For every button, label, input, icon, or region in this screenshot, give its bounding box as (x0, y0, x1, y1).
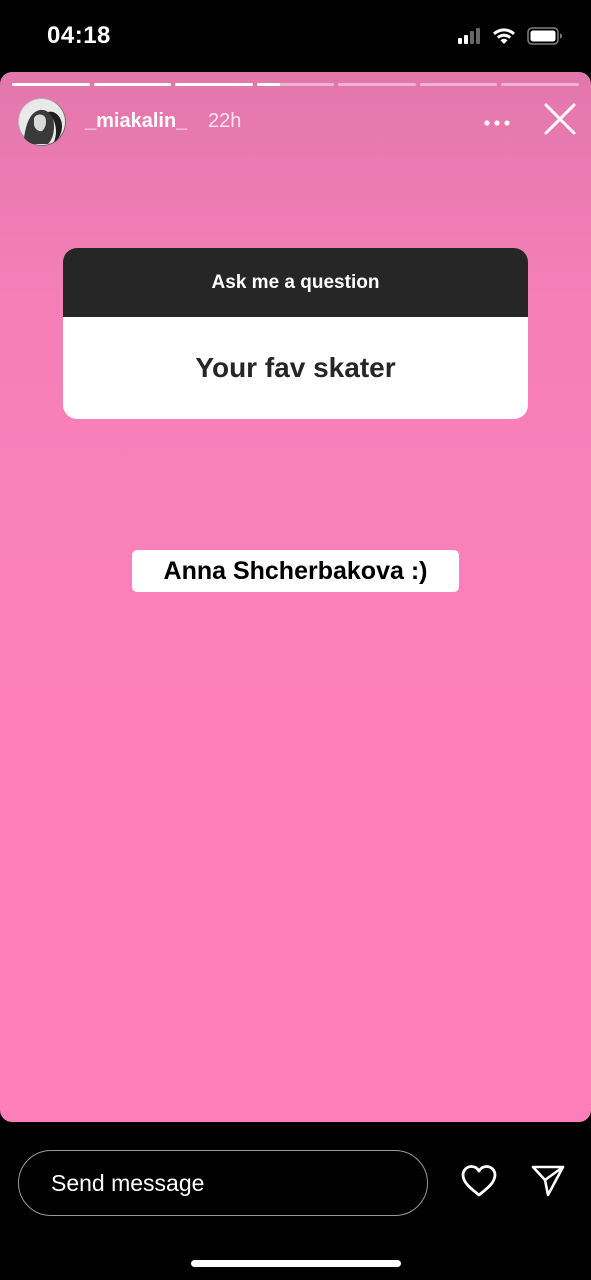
close-button[interactable] (543, 102, 577, 140)
status-bar: 04:18 (0, 0, 591, 72)
send-button[interactable] (527, 1162, 569, 1204)
like-button[interactable] (458, 1162, 500, 1204)
signal-icon (457, 27, 481, 50)
story-card[interactable]: _miakalin_ 22h Ask me a question Your fa… (0, 72, 591, 1122)
wifi-icon (491, 26, 517, 51)
more-icon (484, 113, 510, 131)
close-icon (544, 103, 576, 140)
story-progress-segment (419, 83, 498, 86)
home-indicator[interactable] (191, 1260, 401, 1267)
avatar[interactable] (18, 98, 66, 146)
story-timestamp: 22h (208, 110, 242, 132)
story-username[interactable]: _miakalin_ (85, 110, 187, 133)
story-progress-fill (256, 83, 280, 86)
battery-icon (527, 26, 563, 51)
more-options-button[interactable] (479, 108, 515, 136)
question-sticker-text: Your fav skater (195, 352, 396, 383)
story-progress-segment (12, 83, 90, 86)
story-progress-segment (501, 83, 580, 86)
story-progress-segment (175, 83, 253, 86)
answer-text: Anna Shcherbakova :) (132, 550, 459, 592)
story-progress-segment (93, 83, 172, 86)
question-sticker-prompt: Ask me a question (63, 248, 528, 317)
story-viewer-screen: 04:18 _miakalin_ 22h Ask me a question Y… (0, 0, 591, 1280)
story-header: _miakalin_ 22h (18, 98, 577, 148)
story-progress-segment (256, 83, 335, 86)
question-sticker: Ask me a question Your fav skater (63, 248, 528, 419)
send-icon (530, 1163, 566, 1204)
send-message-input[interactable]: Send message (18, 1150, 428, 1216)
story-progress-fill (175, 83, 253, 86)
story-progress-bar (12, 83, 580, 86)
status-time: 04:18 (47, 22, 111, 49)
story-progress-segment (338, 83, 416, 86)
story-progress-fill (12, 83, 90, 86)
heart-icon (460, 1164, 498, 1203)
status-icons (457, 26, 563, 51)
story-progress-fill (93, 83, 172, 86)
